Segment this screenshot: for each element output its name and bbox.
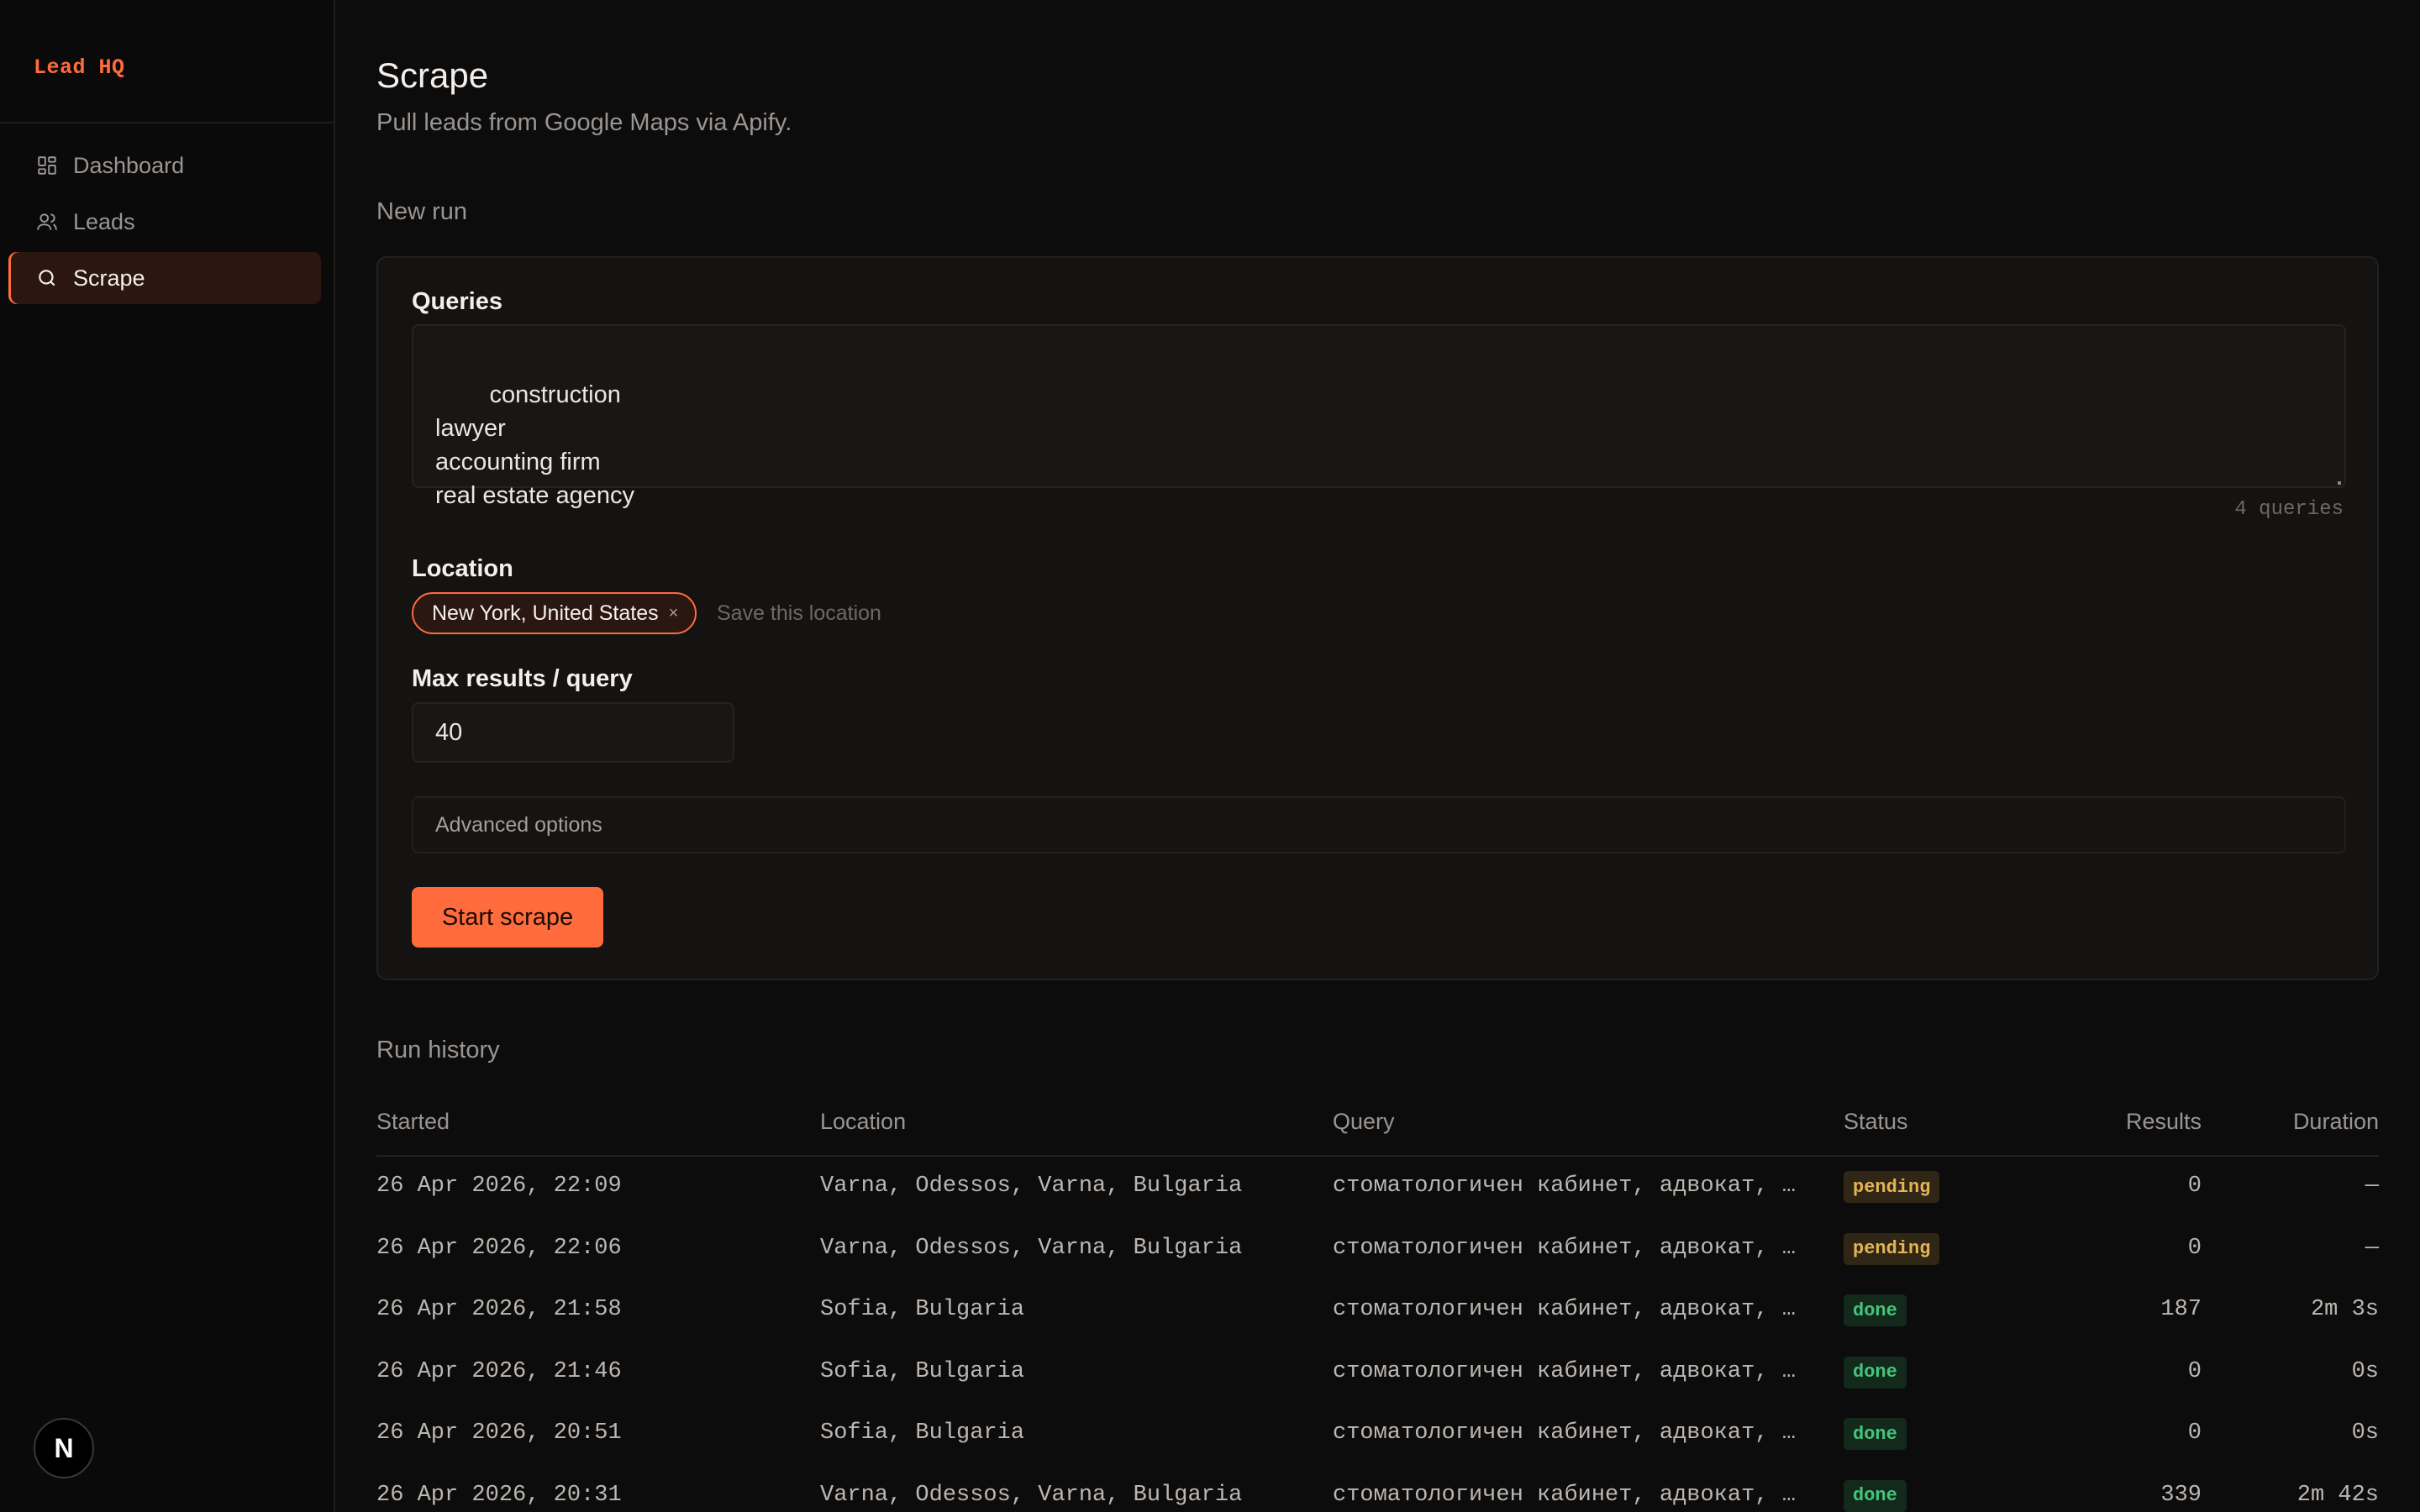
column-header-duration[interactable]: Duration (2293, 1109, 2379, 1135)
save-location-link[interactable]: Save this location (717, 601, 881, 626)
sidebar-divider (0, 122, 334, 123)
location-chip-label: New York, United States (432, 601, 659, 625)
brand-logo[interactable]: Lead HQ (34, 55, 125, 80)
cell-duration: 0s (2351, 1420, 2379, 1446)
sidebar-nav: Dashboard Leads Scrape (8, 139, 321, 308)
resize-handle-icon[interactable] (2338, 481, 2341, 485)
users-icon (36, 211, 58, 233)
new-run-heading: New run (376, 198, 467, 225)
queries-text: construction lawyer accounting firm real… (435, 381, 634, 509)
cell-started: 26 Apr 2026, 21:46 (376, 1358, 622, 1384)
sidebar-item-label: Dashboard (73, 152, 185, 178)
close-icon[interactable]: × (669, 604, 679, 623)
table-row[interactable]: 26 Apr 2026, 21:46 Sofia, Bulgaria стома… (376, 1342, 2379, 1404)
run-history-table: Started Location Query Status Results Du… (376, 1099, 2379, 1512)
sidebar-item-dashboard[interactable]: Dashboard (8, 139, 321, 192)
nextjs-dev-badge[interactable]: N (34, 1418, 94, 1478)
sidebar-item-scrape[interactable]: Scrape (8, 252, 321, 304)
sidebar: Lead HQ Dashboard Leads Scrape N (0, 0, 335, 1512)
nextjs-icon: N (54, 1432, 74, 1463)
new-run-card: Queries construction lawyer accounting f… (376, 256, 2379, 980)
cell-results: 339 (2160, 1482, 2202, 1508)
sidebar-item-leads[interactable]: Leads (8, 196, 321, 248)
cell-duration: — (2365, 1173, 2379, 1199)
cell-query: стоматологичен кабинет, адвокат, сч… (1333, 1235, 1807, 1261)
table-row[interactable]: 26 Apr 2026, 21:58 Sofia, Bulgaria стома… (376, 1280, 2379, 1342)
status-badge: done (1844, 1418, 1907, 1450)
table-row[interactable]: 26 Apr 2026, 20:31 Varna, Odessos, Varna… (376, 1466, 2379, 1512)
cell-query: стоматологичен кабинет, адвокат, сч… (1333, 1482, 1807, 1508)
cell-location: Varna, Odessos, Varna, Bulgaria (820, 1173, 1243, 1199)
status-badge: done (1844, 1294, 1907, 1326)
cell-query: стоматологичен кабинет, адвокат, сч… (1333, 1173, 1807, 1199)
cell-duration: — (2365, 1235, 2379, 1261)
column-header-query[interactable]: Query (1333, 1109, 1395, 1135)
cell-results: 0 (2187, 1420, 2202, 1446)
app-root: Lead HQ Dashboard Leads Scrape N Scrape … (0, 0, 2420, 1512)
advanced-options-label: Advanced options (435, 812, 602, 837)
cell-results: 0 (2187, 1235, 2202, 1261)
sidebar-item-label: Leads (73, 208, 135, 234)
queries-textarea[interactable]: construction lawyer accounting firm real… (412, 324, 2346, 509)
cell-started: 26 Apr 2026, 22:09 (376, 1173, 622, 1199)
cell-started: 26 Apr 2026, 20:31 (376, 1482, 622, 1508)
column-header-location[interactable]: Location (820, 1109, 906, 1135)
max-results-label: Max results / query (412, 665, 633, 692)
cell-results: 187 (2160, 1297, 2202, 1322)
status-badge: pending (1844, 1232, 1940, 1265)
cell-duration: 0s (2351, 1358, 2379, 1384)
cell-results: 0 (2187, 1173, 2202, 1199)
location-chip[interactable]: New York, United States × (412, 592, 697, 634)
cell-started: 26 Apr 2026, 20:51 (376, 1420, 622, 1446)
search-icon (36, 267, 58, 289)
status-badge: done (1844, 1356, 1907, 1389)
column-header-status[interactable]: Status (1844, 1109, 1908, 1135)
query-count: 4 queries (2234, 498, 2344, 521)
cell-query: стоматологичен кабинет, адвокат, сч… (1333, 1358, 1807, 1384)
cell-duration: 2m 42s (2296, 1482, 2379, 1508)
dashboard-icon (36, 155, 58, 176)
page-title: Scrape (376, 55, 489, 95)
max-results-value: 40 (435, 718, 463, 746)
cell-started: 26 Apr 2026, 21:58 (376, 1297, 622, 1322)
cell-location: Sofia, Bulgaria (820, 1297, 1025, 1322)
max-results-input[interactable]: 40 (412, 702, 734, 763)
column-header-results[interactable]: Results (2126, 1109, 2202, 1135)
table-row[interactable]: 26 Apr 2026, 20:51 Sofia, Bulgaria стома… (376, 1404, 2379, 1466)
location-label: Location (412, 555, 513, 582)
table-row[interactable]: 26 Apr 2026, 22:06 Varna, Odessos, Varna… (376, 1219, 2379, 1281)
main-content: Scrape Pull leads from Google Maps via A… (335, 0, 2420, 1512)
cell-started: 26 Apr 2026, 22:06 (376, 1235, 622, 1261)
cell-location: Varna, Odessos, Varna, Bulgaria (820, 1482, 1243, 1508)
status-badge: done (1844, 1479, 1907, 1512)
start-scrape-button[interactable]: Start scrape (412, 887, 603, 948)
advanced-options-toggle[interactable]: Advanced options (412, 796, 2346, 853)
cell-location: Sofia, Bulgaria (820, 1358, 1025, 1384)
run-history-heading: Run history (376, 1037, 500, 1063)
cell-results: 0 (2187, 1358, 2202, 1384)
column-header-started[interactable]: Started (376, 1109, 450, 1135)
cell-location: Sofia, Bulgaria (820, 1420, 1025, 1446)
table-row[interactable]: 26 Apr 2026, 22:09 Varna, Odessos, Varna… (376, 1157, 2379, 1219)
cell-duration: 2m 3s (2310, 1297, 2379, 1322)
status-badge: pending (1844, 1171, 1940, 1203)
cell-location: Varna, Odessos, Varna, Bulgaria (820, 1235, 1243, 1261)
page-subtitle: Pull leads from Google Maps via Apify. (376, 109, 792, 136)
queries-label: Queries (412, 288, 502, 315)
cell-query: стоматологичен кабинет, адвокат, сч… (1333, 1297, 1807, 1322)
cell-query: стоматологичен кабинет, адвокат, сч… (1333, 1420, 1807, 1446)
sidebar-item-label: Scrape (73, 265, 145, 291)
table-header: Started Location Query Status Results Du… (376, 1099, 2379, 1157)
